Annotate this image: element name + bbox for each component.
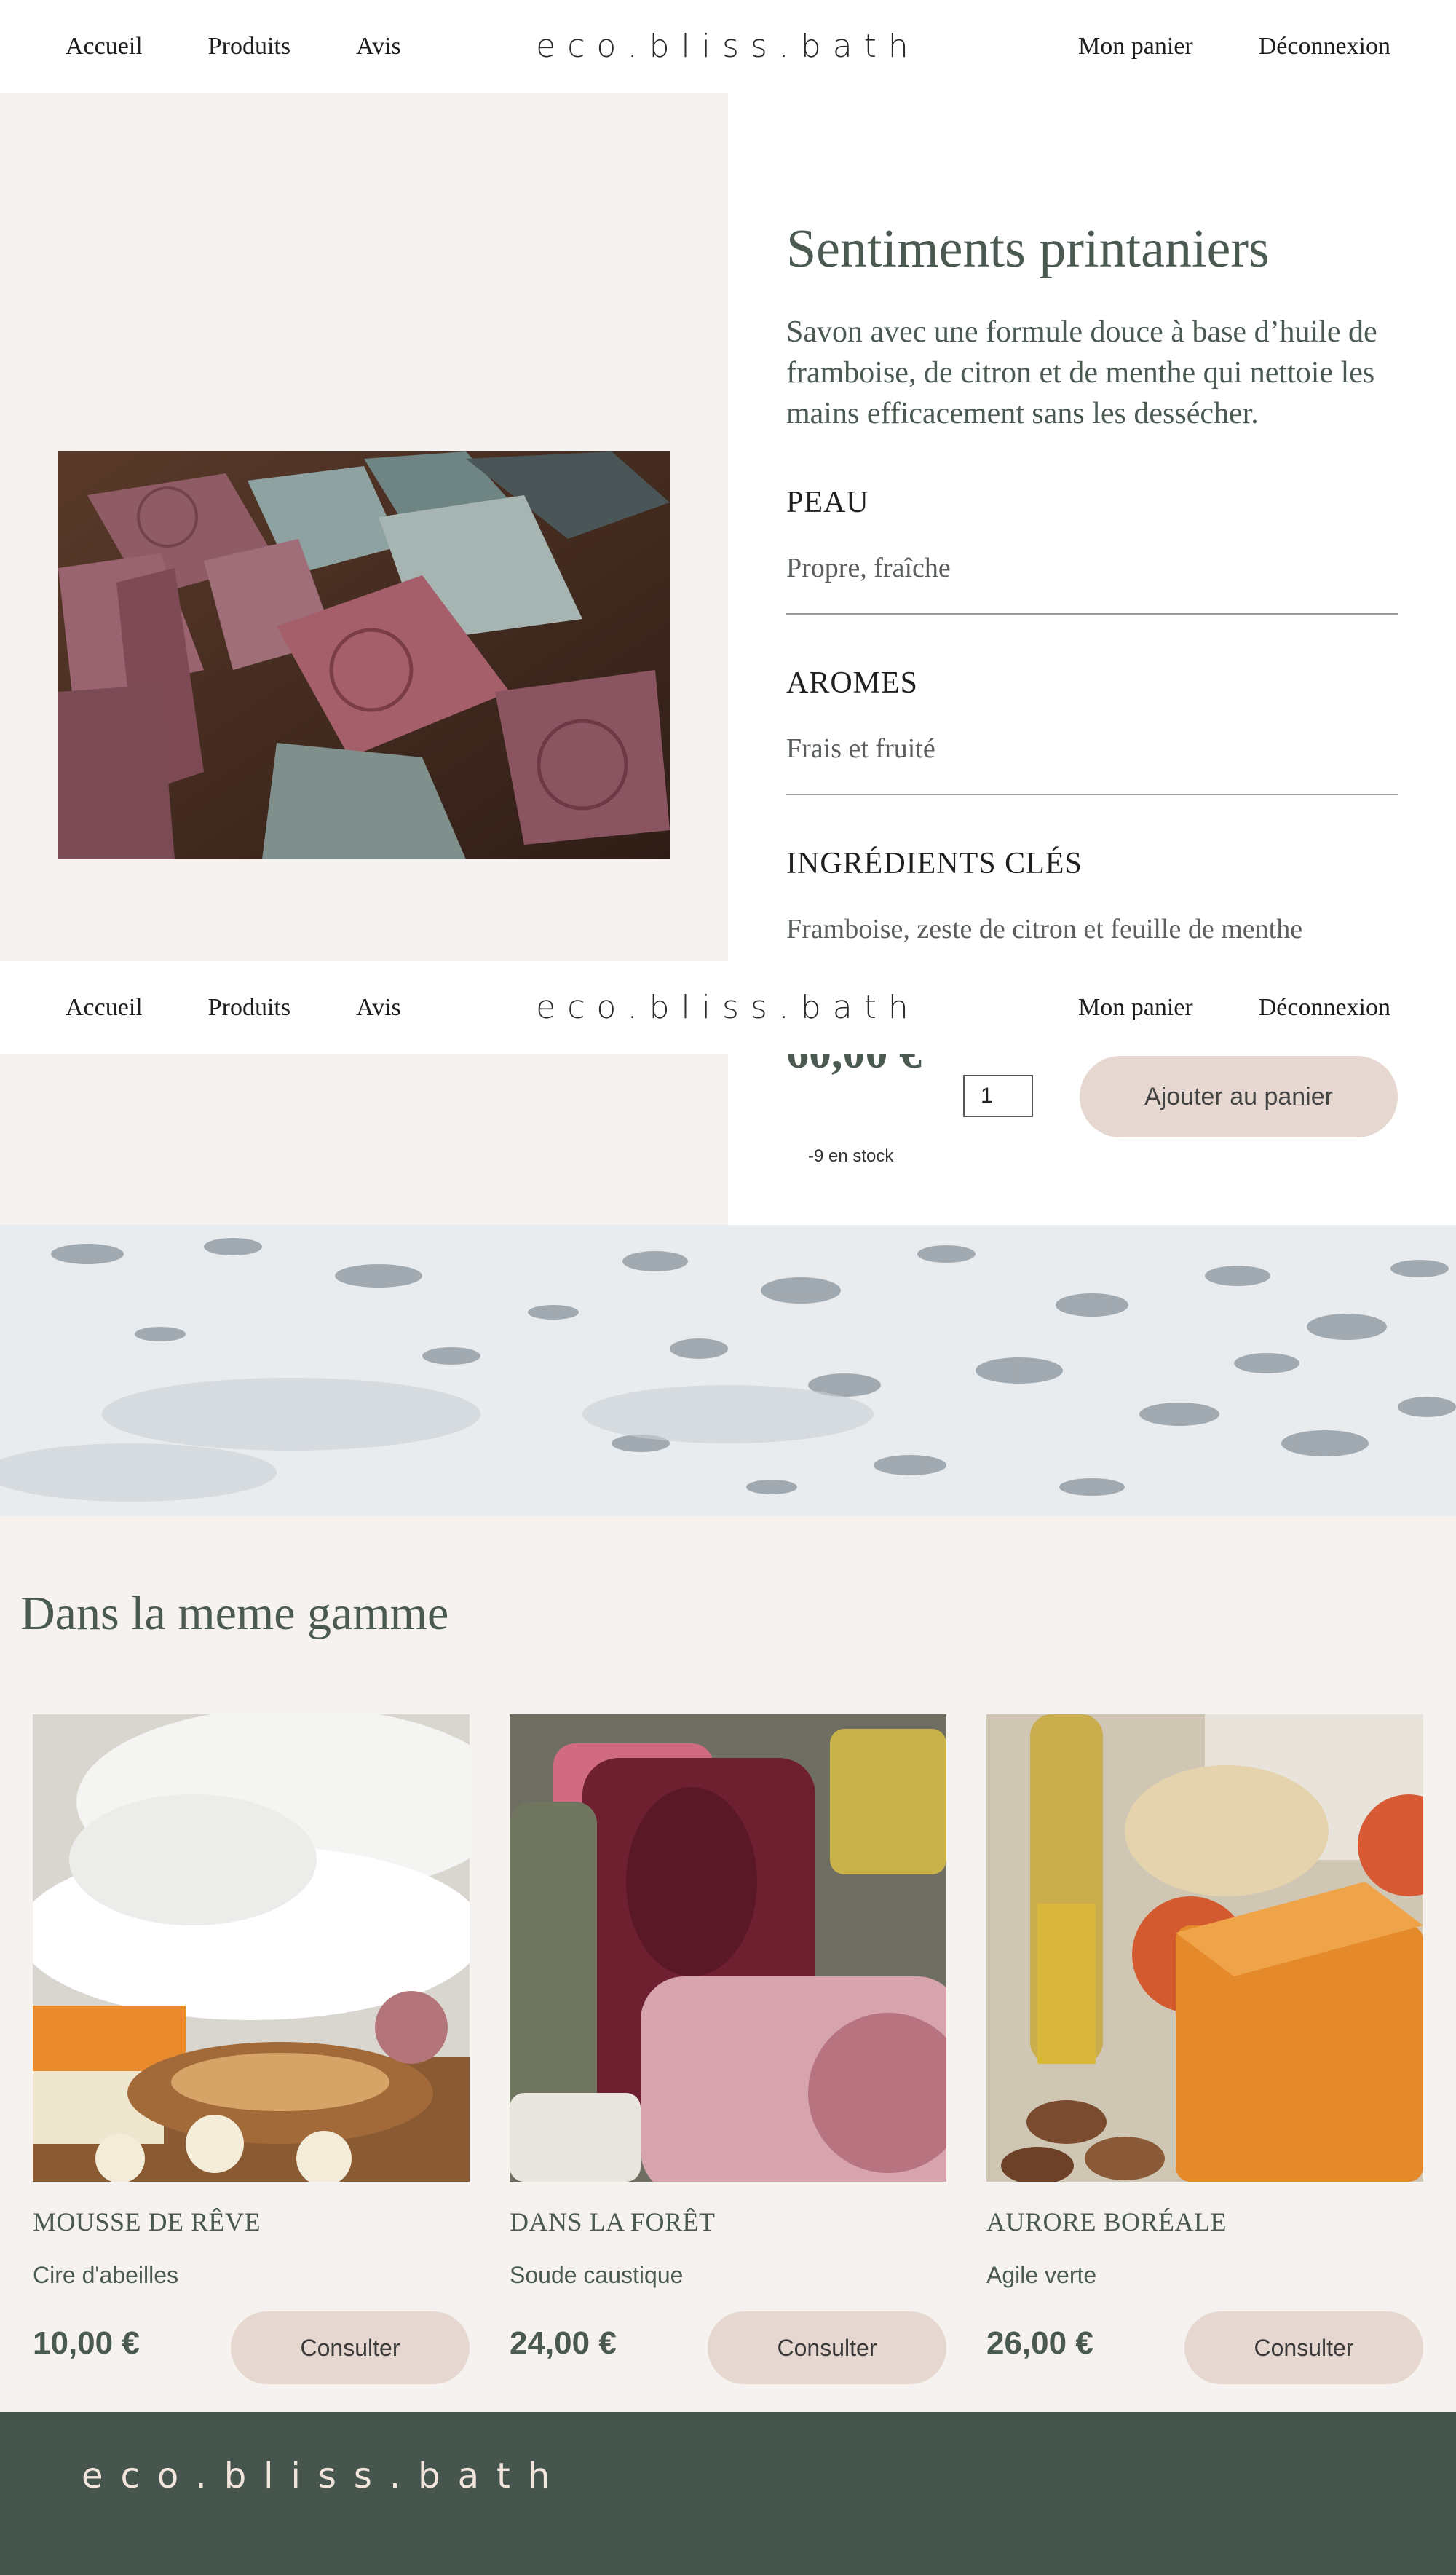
same-range-title: Dans la meme gamme [20, 1587, 449, 1640]
consult-button[interactable]: Consulter [708, 2311, 946, 2384]
product-image [58, 451, 670, 859]
section-heading-aromes: AROMES [786, 666, 919, 700]
product-description: Savon avec une formule douce à base d’hu… [786, 315, 1377, 430]
product-card-ingredient: Soude caustique [510, 2262, 684, 2288]
nav-links-right: Mon panier Déconnexion [1078, 961, 1390, 1054]
product-card-price: 10,00 € [33, 2325, 140, 2361]
product-card-image[interactable] [510, 1714, 946, 2182]
product-card-image[interactable] [33, 1714, 470, 2182]
sticky-navbar: Accueil Produits Avis eco.bliss.bath Mon… [0, 961, 1456, 1054]
apricot-soap-photo [986, 1714, 1423, 2182]
stock-text: -9 en stock [808, 1146, 894, 1166]
nav-link-deconnexion[interactable]: Déconnexion [1259, 33, 1390, 60]
nav-link-panier[interactable]: Mon panier [1078, 33, 1193, 60]
product-card-name[interactable]: DANS LA FORÊT [510, 2207, 716, 2237]
product-card: AURORE BORÉALE Agile verte 26,00 € Consu… [986, 1714, 1423, 2384]
add-to-cart-button[interactable]: Ajouter au panier [1080, 1056, 1398, 1137]
product-card-name[interactable]: MOUSSE DE RÊVE [33, 2207, 261, 2237]
section-heading-peau: PEAU [786, 486, 869, 519]
top-navbar: Accueil Produits Avis eco.bliss.bath Mon… [0, 0, 1456, 93]
nav-link-panier[interactable]: Mon panier [1078, 994, 1193, 1022]
product-card-ingredient: Agile verte [986, 2262, 1097, 2288]
foam-photo [0, 1225, 1456, 1516]
towels-soap-photo [33, 1714, 470, 2182]
product-card-price: 24,00 € [510, 2325, 617, 2361]
soap-bars-photo [58, 451, 670, 859]
consult-button[interactable]: Consulter [231, 2311, 470, 2384]
product-card-ingredient: Cire d'abeilles [33, 2262, 178, 2288]
divider [786, 613, 1398, 615]
product-card: MOUSSE DE RÊVE Cire d'abeilles 10,00 € C… [33, 1714, 470, 2384]
section-value-aromes: Frais et fruité [786, 733, 935, 764]
consult-button[interactable]: Consulter [1184, 2311, 1423, 2384]
product-title: Sentiments printaniers [786, 219, 1270, 279]
product-card: DANS LA FORÊT Soude caustique 24,00 € Co… [510, 1714, 946, 2384]
colored-soaps-photo [510, 1714, 946, 2182]
foam-banner-image [0, 1225, 1456, 1516]
footer-brand[interactable]: eco.bliss.bath [82, 2456, 567, 2496]
section-value-ingredients: Framboise, zeste de citron et feuille de… [786, 914, 1303, 945]
product-card-name[interactable]: AURORE BORÉALE [986, 2207, 1227, 2237]
section-value-peau: Propre, fraîche [786, 553, 951, 583]
quantity-input[interactable] [963, 1075, 1033, 1117]
product-card-image[interactable] [986, 1714, 1423, 2182]
footer: eco.bliss.bath [0, 2412, 1456, 2575]
divider [786, 794, 1398, 795]
section-heading-ingredients: INGRÉDIENTS CLÉS [786, 847, 1083, 880]
nav-link-deconnexion[interactable]: Déconnexion [1259, 994, 1390, 1022]
nav-links-right: Mon panier Déconnexion [1078, 0, 1390, 93]
product-card-price: 26,00 € [986, 2325, 1093, 2361]
